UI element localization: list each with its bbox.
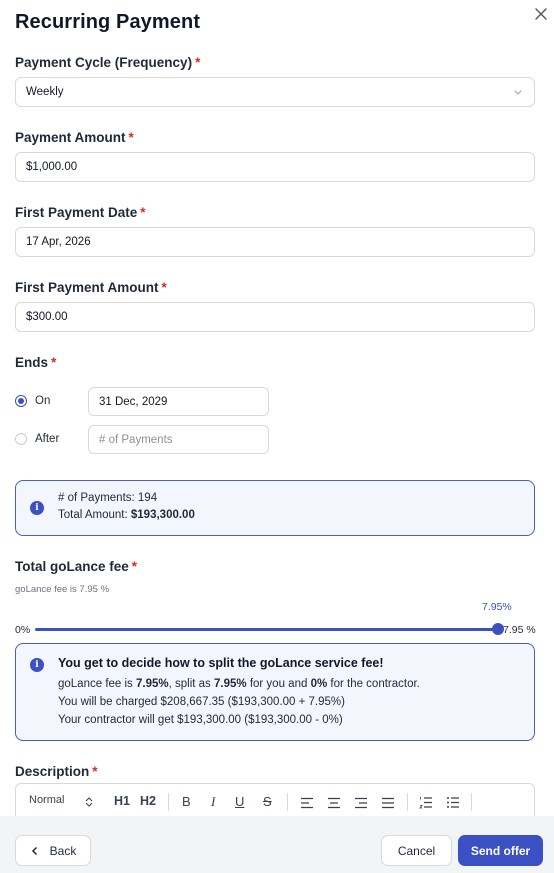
required-asterisk: * — [92, 764, 98, 779]
summary-payments-count: # of Payments: 194 — [58, 492, 158, 504]
modal-title: Recurring Payment — [15, 11, 201, 33]
radio-on[interactable] — [15, 395, 27, 407]
first-payment-date-value: 17 Apr, 2026 — [26, 236, 91, 248]
fee-slider-value: 7.95% — [482, 601, 512, 613]
format-select[interactable]: Normal — [29, 794, 64, 806]
ends-on-option[interactable]: On — [15, 395, 50, 407]
align-left-icon[interactable] — [300, 797, 314, 809]
ends-after-option[interactable]: After — [15, 433, 59, 445]
required-asterisk: * — [128, 130, 134, 145]
back-button[interactable]: Back — [15, 835, 91, 866]
payment-cycle-select[interactable]: Weekly — [15, 77, 535, 107]
back-button-label: Back — [49, 843, 77, 858]
ends-label: Ends * — [15, 355, 57, 370]
radio-after[interactable] — [15, 433, 27, 445]
underline-button[interactable]: U — [235, 794, 244, 809]
ends-after-payments-input[interactable]: # of Payments — [88, 425, 269, 454]
first-payment-date-input[interactable]: 17 Apr, 2026 — [15, 227, 535, 257]
fee-split-line1: goLance fee is 7.95%, split as 7.95% for… — [58, 678, 420, 690]
align-justify-icon[interactable] — [381, 797, 395, 809]
first-payment-amount-input[interactable]: $300.00 — [15, 302, 535, 332]
chevron-left-icon — [31, 846, 37, 855]
first-payment-amount-value: $300.00 — [26, 311, 68, 323]
toolbar-divider — [287, 793, 288, 811]
cancel-button[interactable]: Cancel — [381, 835, 452, 866]
toolbar-divider — [471, 793, 472, 811]
fee-split-line2: You will be charged $208,667.35 ($193,30… — [58, 696, 345, 708]
ordered-list-icon[interactable] — [419, 796, 433, 809]
fee-slider-max: 7.95 % — [503, 624, 536, 636]
required-asterisk: * — [131, 559, 138, 574]
payment-amount-input[interactable]: $1,000.00 — [15, 152, 535, 182]
ends-after-placeholder: # of Payments — [99, 433, 173, 446]
required-asterisk: * — [140, 205, 146, 220]
summary-total-value: $193,300.00 — [130, 509, 195, 521]
info-icon: i — [30, 658, 44, 672]
payment-cycle-value: Weekly — [26, 86, 64, 98]
chevron-down-icon — [514, 90, 522, 95]
first-payment-amount-label: First Payment Amount * — [15, 280, 167, 295]
format-select-arrows-icon — [85, 797, 93, 807]
required-asterisk: * — [161, 280, 167, 295]
summary-total: Total Amount: $193,300.00 — [58, 509, 195, 521]
bold-button[interactable]: B — [182, 794, 191, 809]
close-icon[interactable] — [533, 6, 549, 22]
required-asterisk: * — [51, 355, 57, 370]
italic-button[interactable]: I — [211, 794, 215, 810]
ends-after-label: After — [35, 433, 60, 445]
first-payment-date-label: First Payment Date * — [15, 205, 146, 220]
heading2-button[interactable]: H2 — [140, 794, 156, 808]
payment-cycle-label: Payment Cycle (Frequency) * — [15, 55, 201, 70]
payment-summary-box — [15, 480, 535, 536]
payment-amount-value: $1,000.00 — [26, 161, 78, 173]
ends-on-label: On — [35, 395, 51, 407]
fee-split-heading: You get to decide how to split the goLan… — [58, 656, 384, 670]
toolbar-divider — [407, 793, 408, 811]
fee-split-line3: Your contractor will get $193,300.00 ($1… — [58, 714, 343, 726]
ends-on-date-input[interactable]: 31 Dec, 2029 — [88, 387, 269, 416]
bullet-list-icon[interactable] — [446, 796, 460, 809]
heading1-button[interactable]: H1 — [114, 794, 130, 808]
send-offer-button-label: Send offer — [470, 843, 531, 858]
align-center-icon[interactable] — [327, 797, 341, 809]
required-asterisk: * — [195, 55, 201, 70]
fee-slider-track[interactable] — [35, 628, 498, 631]
info-icon: i — [30, 501, 44, 515]
send-offer-button[interactable]: Send offer — [458, 835, 543, 866]
align-right-icon[interactable] — [354, 797, 368, 809]
payment-amount-label: Payment Amount * — [15, 130, 134, 145]
fee-hint: goLance fee is 7.95 % — [15, 584, 110, 595]
description-label: Description * — [15, 764, 98, 779]
strikethrough-button[interactable]: S — [263, 794, 272, 809]
fee-label: Total goLance fee * — [15, 559, 138, 574]
ends-on-date-value: 31 Dec, 2029 — [99, 395, 168, 408]
cancel-button-label: Cancel — [397, 843, 436, 858]
fee-slider-min: 0% — [15, 624, 31, 636]
toolbar-divider — [168, 793, 169, 811]
